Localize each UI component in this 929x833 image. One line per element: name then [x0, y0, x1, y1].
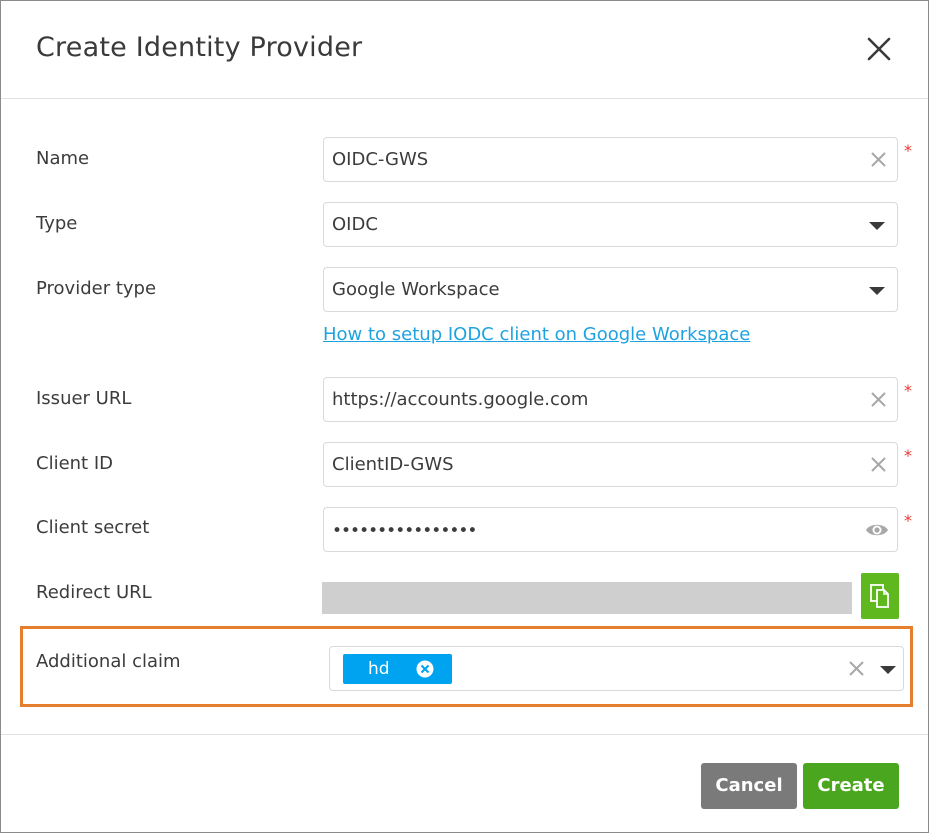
- required-marker: *: [904, 381, 912, 400]
- eye-icon[interactable]: [865, 520, 889, 540]
- create-button[interactable]: Create: [803, 763, 899, 809]
- clear-icon[interactable]: [848, 660, 865, 677]
- close-icon[interactable]: [863, 33, 895, 65]
- name-input[interactable]: OIDC-GWS: [323, 137, 898, 182]
- name-value: OIDC-GWS: [332, 149, 429, 170]
- copy-icon: [870, 584, 889, 608]
- client-secret-value: ••••••••••••••••: [332, 521, 477, 541]
- issuer-url-value: https://accounts.google.com: [332, 389, 589, 410]
- issuer-url-input[interactable]: https://accounts.google.com: [323, 377, 898, 422]
- setup-help-link[interactable]: How to setup IODC client on Google Works…: [323, 324, 750, 345]
- client-id-value: ClientID-GWS: [332, 454, 454, 475]
- provider-type-value: Google Workspace: [332, 279, 500, 300]
- client-id-input[interactable]: ClientID-GWS: [323, 442, 898, 487]
- required-marker: *: [904, 141, 912, 160]
- additional-claim-label: Additional claim: [36, 651, 181, 672]
- client-id-label: Client ID: [36, 453, 114, 474]
- chevron-down-icon[interactable]: [880, 666, 896, 674]
- header-divider: [1, 98, 928, 99]
- redirect-url-value: [322, 582, 852, 614]
- chevron-down-icon[interactable]: [869, 287, 885, 295]
- provider-type-select[interactable]: Google Workspace: [323, 267, 898, 312]
- clear-icon[interactable]: [870, 456, 887, 473]
- chevron-down-icon[interactable]: [869, 222, 885, 230]
- provider-type-label: Provider type: [36, 278, 157, 299]
- issuer-url-label: Issuer URL: [36, 388, 132, 409]
- name-label: Name: [36, 148, 90, 169]
- clear-icon[interactable]: [870, 391, 887, 408]
- dialog-title: Create Identity Provider: [36, 32, 363, 63]
- claim-chip-label: hd: [368, 659, 390, 679]
- type-select[interactable]: OIDC: [323, 202, 898, 247]
- footer-divider: [1, 734, 928, 735]
- clear-icon[interactable]: [870, 151, 887, 168]
- cancel-button[interactable]: Cancel: [701, 763, 797, 809]
- client-secret-label: Client secret: [36, 517, 150, 538]
- additional-claim-select[interactable]: hd: [329, 646, 904, 691]
- client-secret-input[interactable]: ••••••••••••••••: [323, 507, 898, 552]
- claim-chip-hd: hd: [343, 654, 452, 684]
- required-marker: *: [904, 446, 912, 465]
- type-label: Type: [36, 213, 78, 234]
- redirect-url-label: Redirect URL: [36, 582, 152, 603]
- required-marker: *: [904, 511, 912, 530]
- copy-button[interactable]: [861, 573, 899, 619]
- remove-chip-icon[interactable]: [416, 660, 434, 678]
- create-identity-provider-dialog: Create Identity Provider Name OIDC-GWS *…: [0, 0, 929, 833]
- type-value: OIDC: [332, 214, 378, 235]
